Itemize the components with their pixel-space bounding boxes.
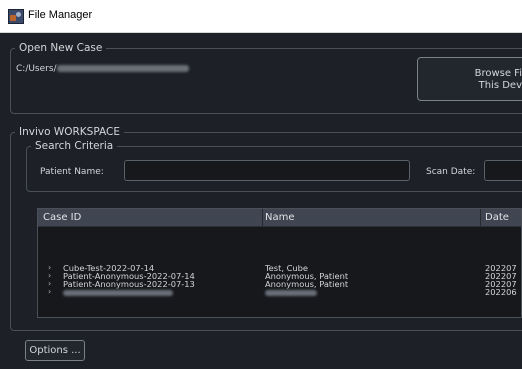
- browse-files-button[interactable]: Browse Fi This Dev: [417, 57, 522, 101]
- open-new-case-legend: Open New Case: [19, 42, 103, 54]
- column-header-case-id[interactable]: Case ID: [43, 212, 81, 223]
- scan-date-label: Scan Date:: [426, 167, 476, 177]
- date-cell: 202206: [485, 287, 517, 297]
- case-id-cell: Patient-Anonymous-2022-07-13: [63, 279, 195, 289]
- redacted-path: [56, 65, 189, 72]
- column-header-name[interactable]: Name: [265, 212, 295, 223]
- chevron-right-icon[interactable]: ›: [48, 288, 51, 296]
- patient-name-input[interactable]: [124, 160, 410, 181]
- options-button[interactable]: Options ...: [25, 340, 85, 361]
- browse-button-label-1: Browse Fi: [474, 68, 522, 79]
- workspace-legend: Invivo WORKSPACE: [19, 126, 120, 138]
- table-header: Case ID Name Date: [38, 209, 521, 227]
- browse-button-label-2: This Dev: [478, 80, 522, 91]
- name-cell: [265, 288, 317, 296]
- search-criteria-legend: Search Criteria: [35, 140, 114, 152]
- case-path: C:/Users/: [16, 64, 189, 74]
- title-bar: File Manager: [0, 0, 522, 33]
- case-id-cell: [63, 288, 173, 296]
- column-separator: [480, 209, 481, 226]
- table-row[interactable]: › 202206: [38, 287, 521, 297]
- column-separator: [262, 209, 263, 226]
- scan-date-input[interactable]: [484, 160, 522, 181]
- table-row[interactable]: › Patient-Anonymous-2022-07-13 Anonymous…: [38, 279, 521, 289]
- window-title: File Manager: [28, 9, 93, 21]
- cases-table: Case ID Name Date › Cube-Test-2022-07-14…: [37, 208, 522, 318]
- file-manager-window: Open New Case C:/Users/ Browse Fi This D…: [0, 33, 522, 369]
- patient-name-label: Patient Name:: [40, 167, 104, 177]
- file-manager-icon: [8, 9, 24, 24]
- case-path-prefix: C:/Users/: [16, 64, 57, 74]
- column-header-date[interactable]: Date: [485, 212, 509, 223]
- name-cell: Anonymous, Patient: [265, 279, 349, 289]
